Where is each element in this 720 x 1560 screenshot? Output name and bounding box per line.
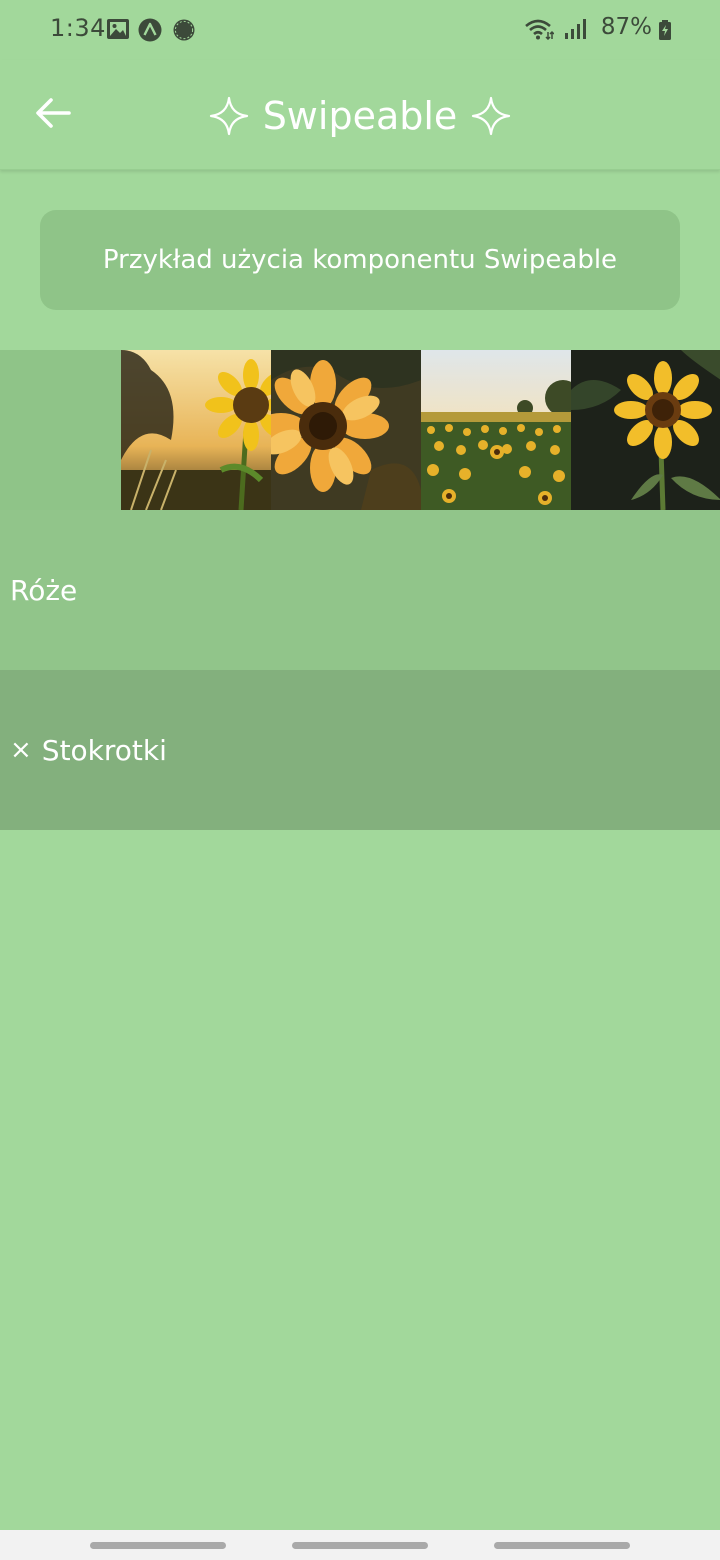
list-item-stokrotki[interactable]: × Stokrotki — [0, 670, 720, 830]
nav-back-button[interactable] — [494, 1542, 630, 1549]
app-title-group: Swipeable — [0, 88, 720, 144]
sunflower-sunset-photo — [121, 350, 271, 510]
banner-text: Przykład użycia komponentu Swipeable — [102, 245, 618, 275]
app-bar: Swipeable — [0, 60, 720, 170]
battery-percent: 87% — [600, 14, 652, 40]
info-banner: Przykład użycia komponentu Swipeable — [40, 210, 680, 310]
status-time: 1:34 — [50, 14, 106, 42]
list-item-label: Róże — [10, 573, 78, 607]
battery-charging-icon — [658, 20, 672, 44]
chat-icon — [172, 18, 196, 46]
swipeable-row[interactable] — [0, 350, 720, 510]
app-title: Swipeable — [262, 94, 458, 138]
photo-strip — [121, 350, 720, 510]
close-icon[interactable]: × — [10, 735, 32, 765]
sunflower-field-photo — [421, 350, 571, 510]
nav-home-button[interactable] — [292, 1542, 428, 1549]
signal-icon — [564, 18, 588, 44]
app-a-icon — [138, 18, 162, 46]
sunflower-closeup-photo — [271, 350, 421, 510]
nav-recents-button[interactable] — [90, 1542, 226, 1549]
list-item-roze[interactable]: Róże — [0, 510, 720, 670]
sparkle-icon — [471, 96, 511, 136]
status-bar: 1:34 87% — [0, 0, 720, 60]
wifi-icon — [524, 18, 555, 44]
gallery-icon — [106, 18, 130, 44]
system-nav-bar — [0, 1530, 720, 1560]
list-item-label: Stokrotki — [41, 733, 167, 767]
sparkle-icon — [209, 96, 249, 136]
sunflower-dark-photo — [571, 350, 720, 510]
